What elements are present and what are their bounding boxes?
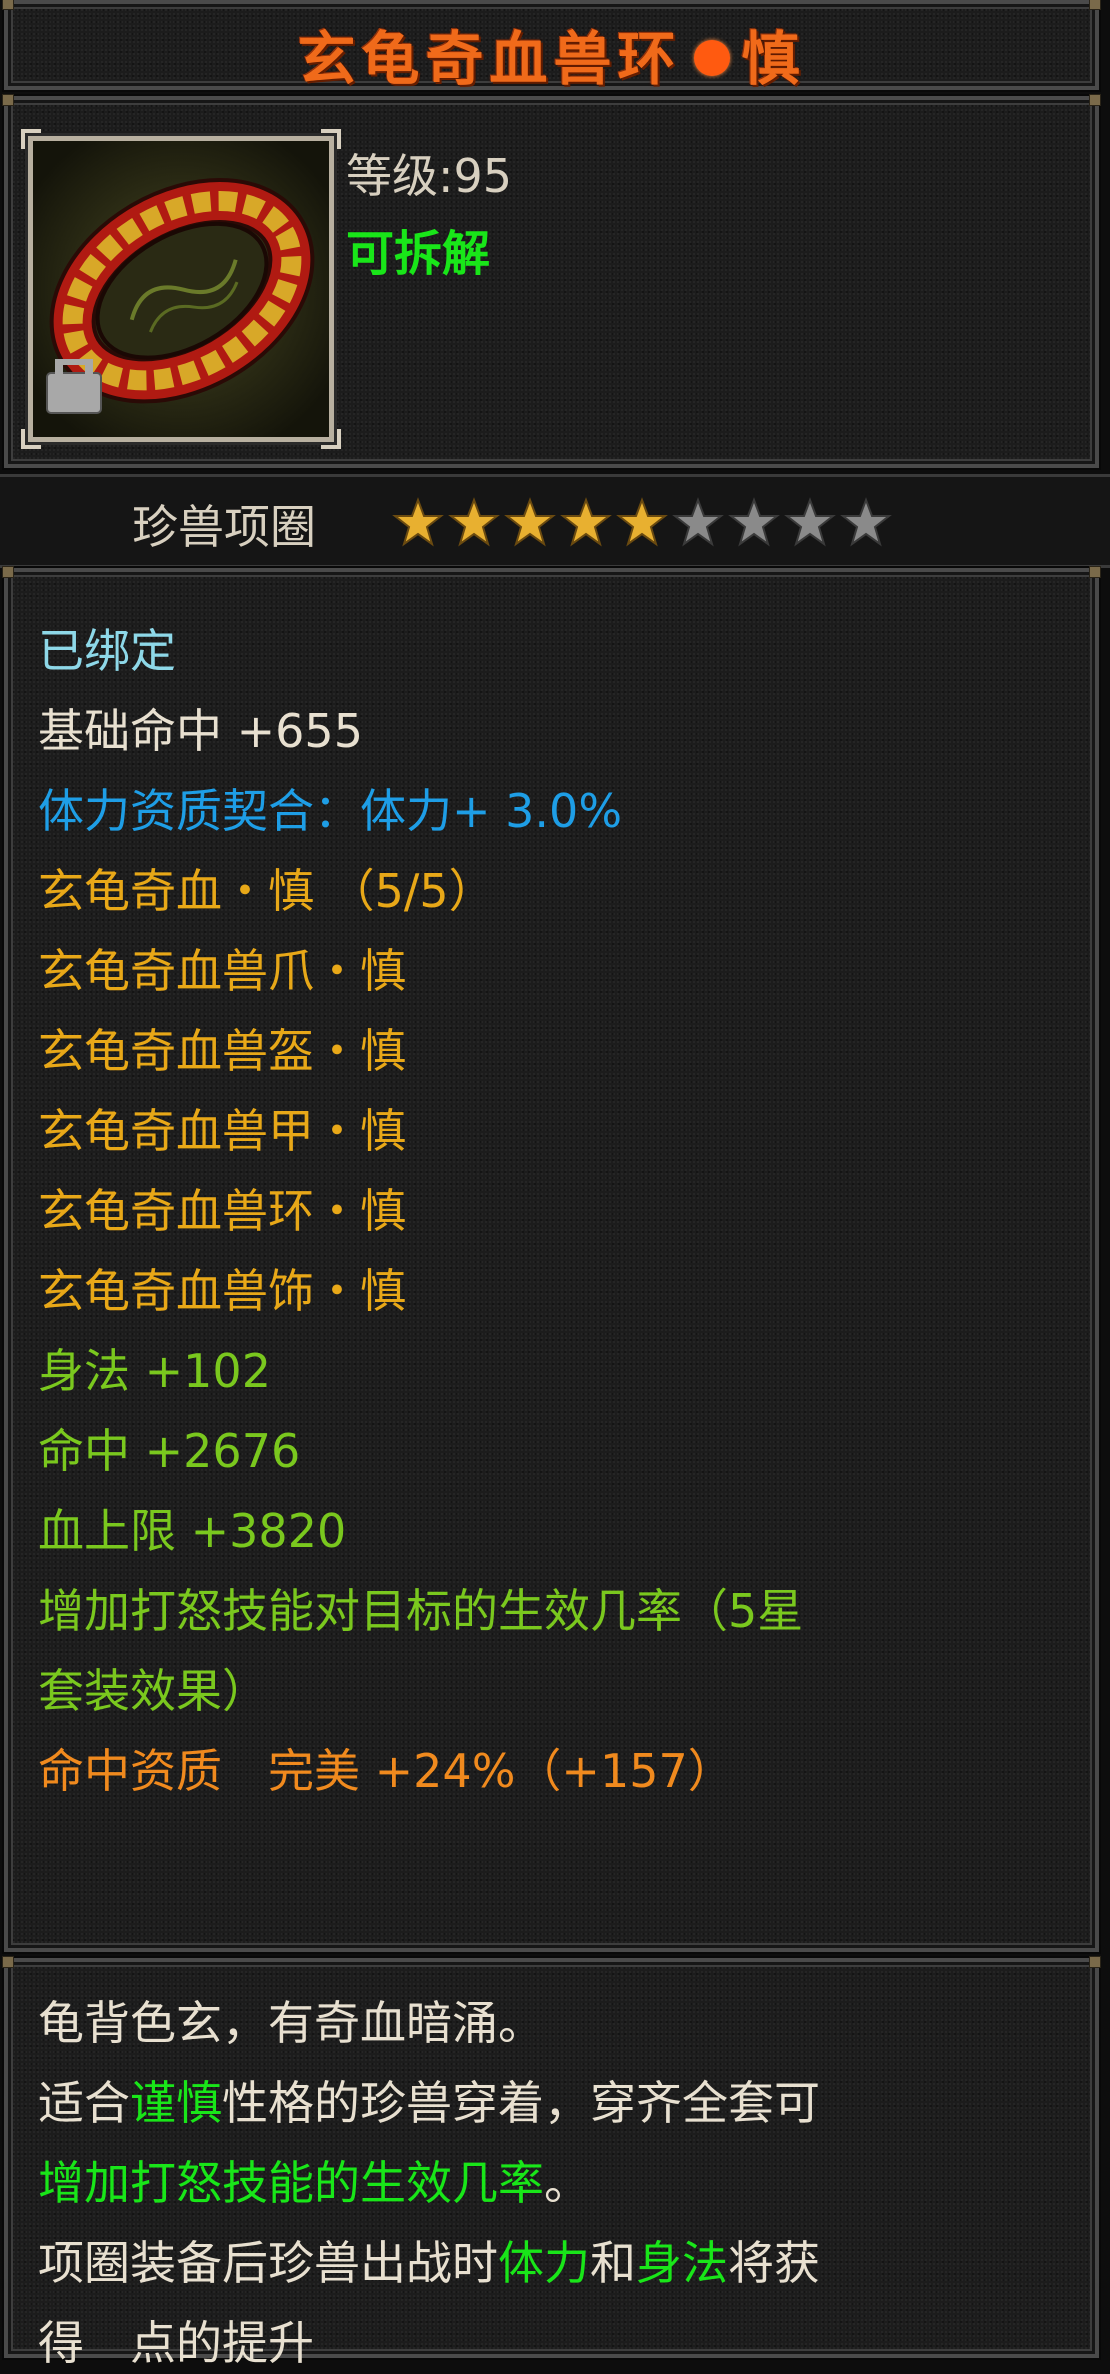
item-suffix: 慎 bbox=[741, 25, 806, 93]
set-item: 玄龟奇血兽盔・慎 bbox=[38, 1024, 406, 1078]
description-line: 适合谨慎性格的珍兽穿着，穿齐全套可 bbox=[38, 2076, 820, 2130]
item-title: 玄龟奇血兽环慎 bbox=[8, 12, 1095, 96]
star-empty-icon bbox=[728, 497, 780, 547]
description-line: 得 点的提升 bbox=[38, 2316, 314, 2370]
set-item: 玄龟奇血兽饰・慎 bbox=[38, 1264, 406, 1318]
stat-highlight: 体力 bbox=[498, 2236, 590, 2290]
star-filled-icon bbox=[448, 497, 500, 547]
attributes-panel: 已绑定 基础命中 +655 体力资质契合：体力+ 3.0% 玄龟奇血・慎 （5/… bbox=[2, 566, 1101, 1952]
base-hit-stat: 基础命中 +655 bbox=[38, 704, 363, 758]
stat-highlight: 身法 bbox=[636, 2236, 728, 2290]
set-item: 玄龟奇血兽环・慎 bbox=[38, 1184, 406, 1238]
set-name: 玄龟奇血・慎 （5/5） bbox=[38, 864, 495, 918]
set-item: 玄龟奇血兽爪・慎 bbox=[38, 944, 406, 998]
personality-highlight: 谨慎 bbox=[130, 2076, 222, 2130]
description-line: 项圈装备后珍兽出战时体力和身法将获 bbox=[38, 2236, 820, 2290]
agility-stat: 身法 +102 bbox=[38, 1344, 271, 1398]
quality-dot-icon bbox=[693, 39, 730, 76]
description-line: 龟背色玄，有奇血暗涌。 bbox=[38, 1996, 544, 2050]
dismantle-status: 可拆解 bbox=[346, 226, 491, 282]
item-type-label: 珍兽项圈 bbox=[132, 500, 316, 554]
set-bonus-cont: 套装效果） bbox=[38, 1664, 268, 1718]
star-filled-icon bbox=[392, 497, 444, 547]
description-panel: 龟背色玄，有奇血暗涌。 适合谨慎性格的珍兽穿着，穿齐全套可 增加打怒技能的生效几… bbox=[2, 1956, 1101, 2370]
set-item: 玄龟奇血兽甲・慎 bbox=[38, 1104, 406, 1158]
star-empty-icon bbox=[784, 497, 836, 547]
item-header-panel: 等级:95 可拆解 bbox=[2, 94, 1101, 468]
item-level: 等级:95 bbox=[346, 149, 513, 203]
star-filled-icon bbox=[616, 497, 668, 547]
item-icon-slot[interactable] bbox=[21, 129, 341, 449]
item-name: 玄龟奇血兽环 bbox=[297, 25, 682, 93]
set-bonus: 增加打怒技能对目标的生效几率（5星 bbox=[38, 1584, 804, 1638]
bound-status: 已绑定 bbox=[38, 624, 176, 678]
title-bar: 玄龟奇血兽环慎 bbox=[2, 0, 1101, 93]
hit-stat: 命中 +2676 bbox=[38, 1424, 301, 1478]
star-empty-icon bbox=[840, 497, 892, 547]
star-empty-icon bbox=[672, 497, 724, 547]
beast-collar-icon bbox=[33, 141, 329, 437]
star-filled-icon bbox=[504, 497, 556, 547]
description-line: 增加打怒技能的生效几率。 bbox=[38, 2156, 590, 2210]
hp-stat: 血上限 +3820 bbox=[38, 1504, 347, 1558]
hit-aptitude: 命中资质 完美 +24%（+157） bbox=[38, 1744, 734, 1798]
category-bar: 珍兽项圈 bbox=[0, 474, 1110, 568]
aptitude-fit-stat: 体力资质契合：体力+ 3.0% bbox=[38, 784, 623, 838]
effect-highlight: 增加打怒技能的生效几率 bbox=[38, 2156, 544, 2210]
star-filled-icon bbox=[560, 497, 612, 547]
star-rating bbox=[392, 497, 896, 549]
